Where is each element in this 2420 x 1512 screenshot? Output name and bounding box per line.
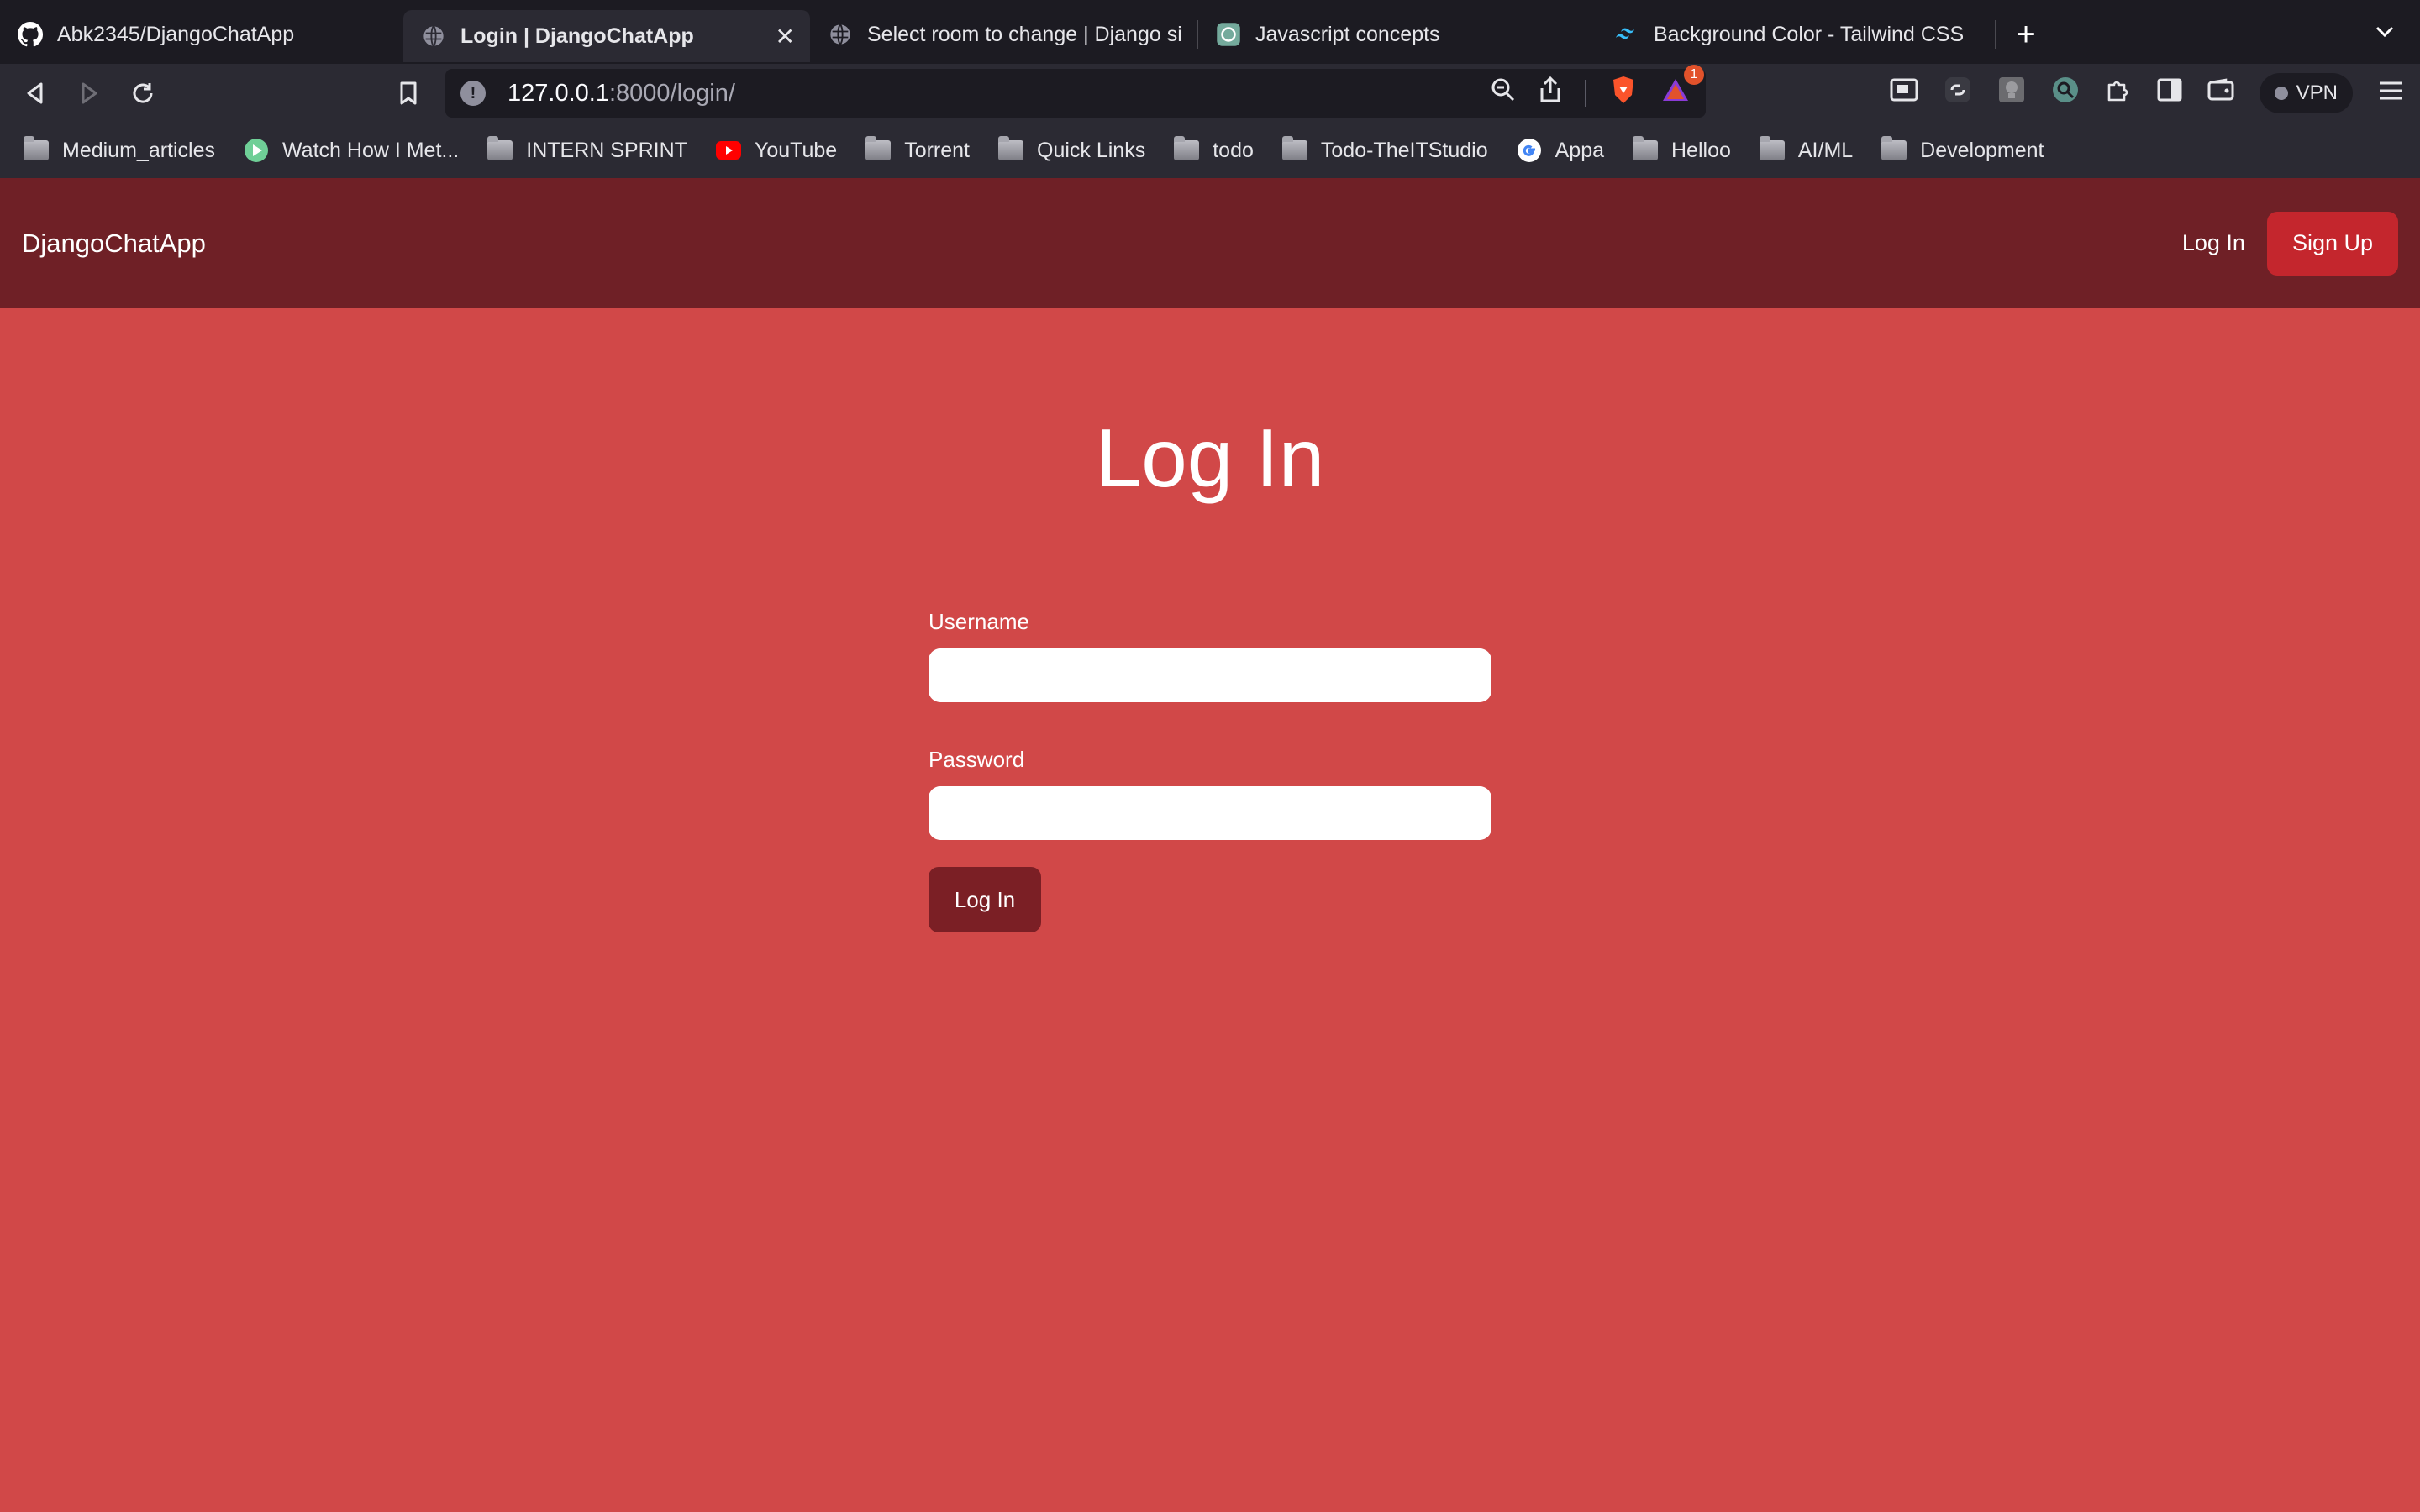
nav-login-link[interactable]: Log In (2182, 230, 2245, 256)
extension-bulb-icon[interactable] (1997, 76, 2026, 111)
extension-link-icon[interactable] (1944, 76, 1972, 111)
folder-icon (998, 136, 1023, 160)
google-icon (1517, 138, 1542, 163)
address-bar[interactable]: ! 127.0.0.1:8000/login/ 1 (445, 65, 1706, 118)
bookmark-helloo[interactable]: Helloo (1633, 136, 1731, 163)
tab-title: Background Color - Tailwind CSS (1654, 22, 1965, 46)
tab-title: Select room to change | Django site (867, 22, 1181, 46)
tailwind-icon (1613, 21, 1640, 48)
bookmark-label: Torrent (904, 138, 970, 162)
bookmark-label: Appa (1555, 138, 1604, 162)
bookmark-quick-links[interactable]: Quick Links (998, 136, 1146, 163)
forward-icon[interactable] (62, 70, 116, 117)
bookmark-label: Medium_articles (62, 138, 216, 162)
chatgpt-icon (1215, 21, 1242, 48)
brave-rewards-icon[interactable]: 1 (1660, 65, 1704, 110)
new-tab-button[interactable]: + (1996, 10, 2055, 59)
url-host: 127.0.0.1 (508, 79, 609, 107)
reload-icon[interactable] (116, 70, 170, 117)
password-label: Password (929, 747, 1025, 772)
folder-icon (1759, 136, 1785, 160)
folder-icon (24, 136, 49, 160)
folder-icon (487, 136, 513, 160)
tab-tailwind[interactable]: Background Color - Tailwind CSS (1597, 10, 1995, 59)
browser-tab-bar: Abk2345/DjangoChatApp Login | DjangoChat… (0, 0, 2420, 64)
bookmark-watch-how-i-met[interactable]: Watch How I Met... (244, 138, 459, 163)
bookmark-label: AI/ML (1797, 138, 1854, 162)
page-title: Log In (1095, 412, 1325, 504)
vpn-label: VPN (2296, 81, 2338, 104)
bookmark-label: Quick Links (1037, 138, 1146, 162)
github-icon (17, 21, 44, 48)
bookmark-label: Helloo (1671, 138, 1731, 162)
bookmark-label: todo (1213, 138, 1254, 162)
password-input[interactable] (929, 786, 1491, 840)
field-spacer (929, 702, 1491, 743)
tab-login-active[interactable]: Login | DjangoChatApp ✕ (403, 10, 810, 62)
tab-javascript-concepts[interactable]: Javascript concepts (1198, 10, 1597, 59)
url-path: :8000/login/ (608, 79, 735, 107)
nav-signup-button[interactable]: Sign Up (2266, 211, 2398, 276)
site-info-icon[interactable]: ! (460, 81, 486, 106)
bookmark-todo-theitstudio[interactable]: Todo-TheITStudio (1281, 136, 1488, 163)
url-divider (1585, 80, 1586, 107)
bookmark-appa[interactable]: Appa (1517, 138, 1604, 163)
tab-title: Javascript concepts (1255, 22, 1440, 46)
folder-icon (1174, 136, 1200, 160)
username-input[interactable] (929, 648, 1491, 702)
tab-django-admin[interactable]: Select room to change | Django site (810, 10, 1197, 59)
rewards-badge: 1 (1684, 65, 1704, 85)
play-icon (244, 138, 269, 163)
login-form: Username Password Log In (929, 605, 1491, 932)
chevron-down-icon[interactable] (2375, 18, 2395, 45)
bookmarks-bar: Medium_articles Watch How I Met... INTER… (0, 123, 2420, 178)
close-tab-icon[interactable]: ✕ (776, 23, 795, 50)
bookmark-label: Todo-TheITStudio (1320, 138, 1488, 162)
wallet-icon[interactable] (2207, 78, 2234, 108)
bookmark-label: Watch How I Met... (282, 138, 460, 162)
site-brand[interactable]: DjangoChatApp (22, 228, 206, 259)
tab-title: Login | DjangoChatApp (460, 24, 694, 48)
picture-in-picture-icon[interactable] (1890, 78, 1918, 108)
vpn-status-icon (2274, 87, 2288, 100)
folder-icon (1881, 136, 1907, 160)
folder-icon (865, 136, 892, 160)
back-icon[interactable] (8, 70, 62, 117)
bookmark-icon[interactable] (381, 70, 435, 117)
zoom-icon[interactable] (1491, 77, 1516, 109)
extension-search-icon[interactable] (2051, 76, 2080, 111)
sidebar-toggle-icon[interactable] (2157, 78, 2182, 108)
globe-icon (420, 23, 447, 50)
globe-icon (827, 21, 854, 48)
bookmark-todo[interactable]: todo (1174, 136, 1254, 163)
site-header: DjangoChatApp Log In Sign Up (0, 178, 2420, 308)
bookmark-intern-sprint[interactable]: INTERN SPRINT (487, 136, 687, 163)
bookmark-medium-articles[interactable]: Medium_articles (24, 136, 216, 163)
browser-toolbar: ! 127.0.0.1:8000/login/ 1 VPN (0, 64, 2420, 123)
vpn-button[interactable]: VPN (2259, 73, 2353, 113)
login-submit-button[interactable]: Log In (929, 867, 1041, 932)
folder-icon (1281, 136, 1307, 160)
bookmark-torrent[interactable]: Torrent (865, 136, 970, 163)
brave-shields-icon[interactable] (1610, 75, 1637, 112)
share-icon[interactable] (1539, 76, 1561, 110)
extensions-puzzle-icon[interactable] (2105, 76, 2132, 110)
folder-icon (1633, 136, 1658, 160)
bookmark-youtube[interactable]: YouTube (715, 138, 838, 163)
hamburger-menu-icon[interactable] (2378, 79, 2403, 108)
tab-github[interactable]: Abk2345/DjangoChatApp (0, 10, 403, 59)
bookmark-development[interactable]: Development (1881, 136, 2044, 163)
bookmark-label: INTERN SPRINT (526, 138, 687, 162)
bookmark-ai-ml[interactable]: AI/ML (1759, 136, 1854, 163)
bookmark-label: Development (1920, 138, 2044, 162)
bookmark-label: YouTube (754, 138, 838, 162)
username-label: Username (929, 609, 1029, 634)
youtube-icon (715, 138, 741, 163)
tab-title: Abk2345/DjangoChatApp (57, 22, 295, 46)
